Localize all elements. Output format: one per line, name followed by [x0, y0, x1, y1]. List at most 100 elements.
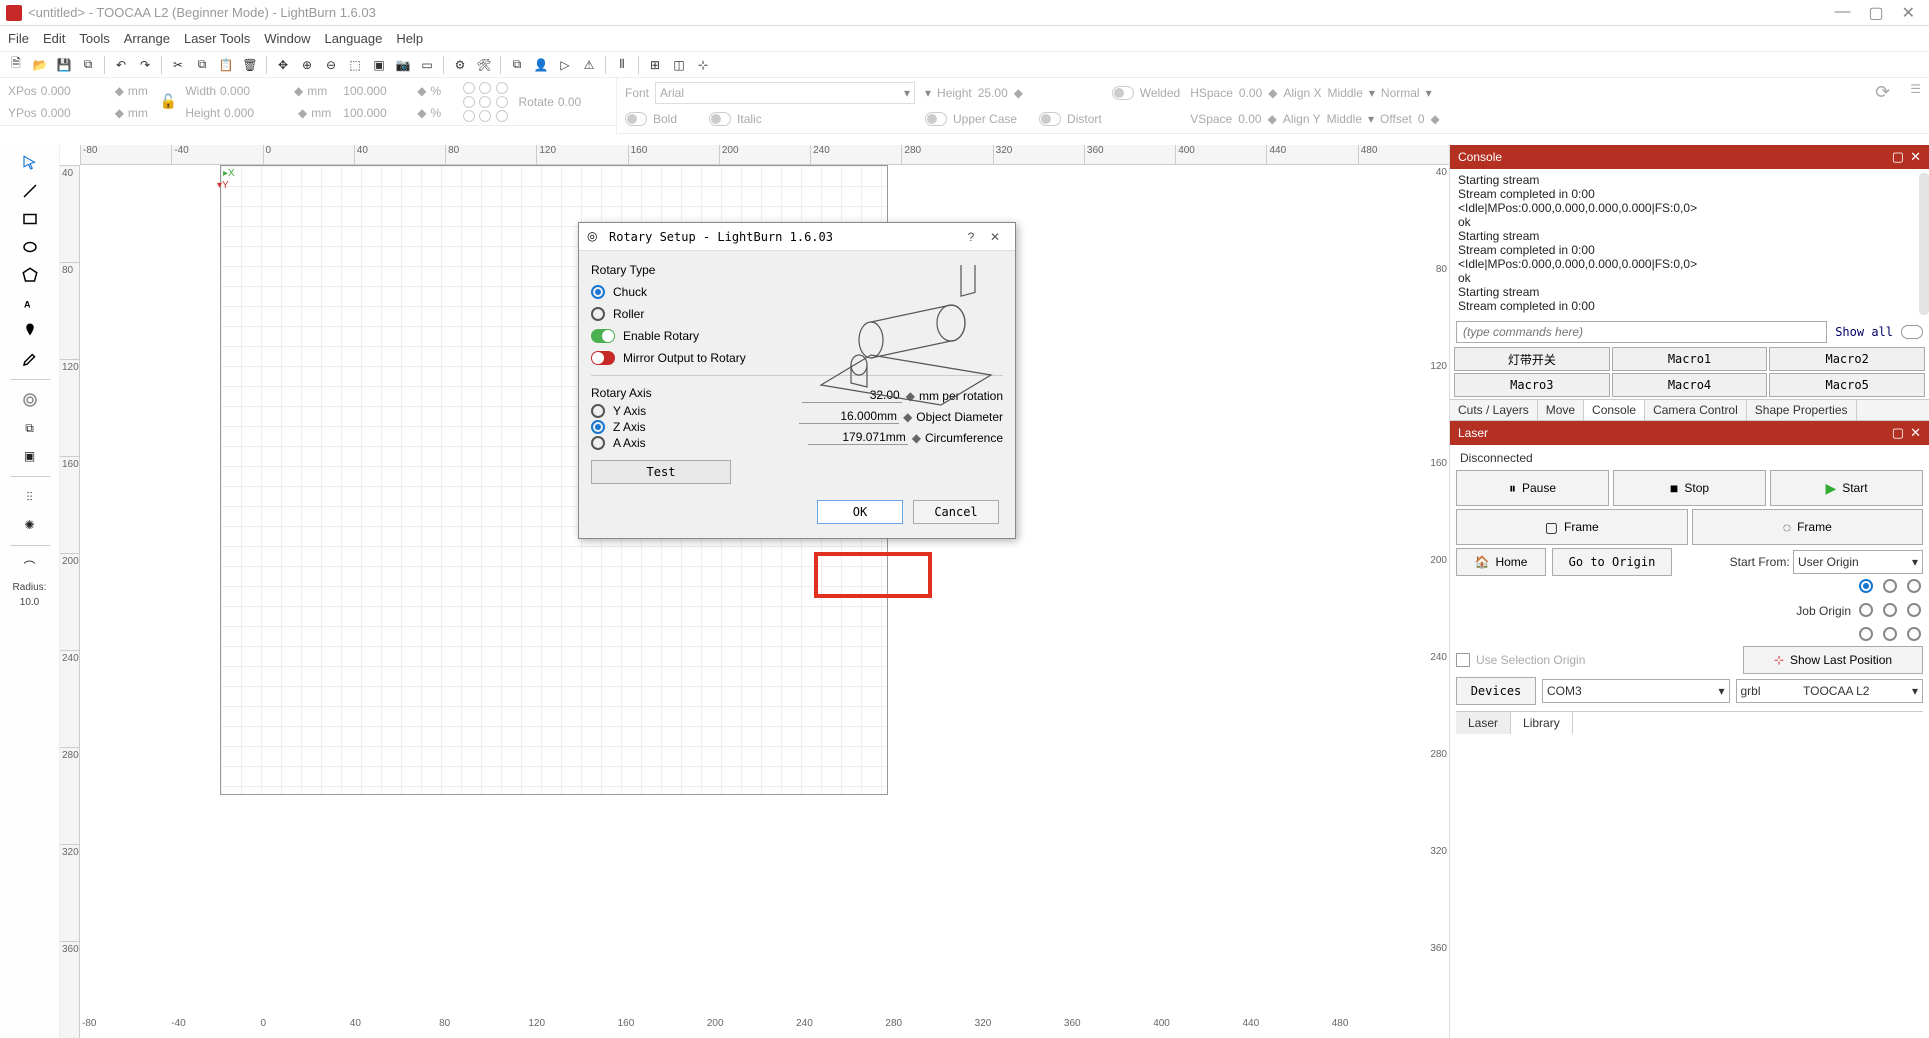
play-icon[interactable]: ▷ — [555, 55, 575, 75]
macro-button-1[interactable]: Macro1 — [1612, 347, 1768, 371]
undo-icon[interactable]: ↶ — [111, 55, 131, 75]
show-last-position-button[interactable]: ⊹Show Last Position — [1743, 646, 1923, 674]
macro-button-3[interactable]: Macro3 — [1454, 373, 1610, 397]
offset-value[interactable]: 0 — [1418, 112, 1425, 126]
zoom-in-icon[interactable]: ⊕ — [297, 55, 317, 75]
show-all-toggle[interactable] — [1901, 325, 1923, 339]
weld-tool-icon[interactable]: ⧉ — [18, 416, 42, 440]
devices-button[interactable]: Devices — [1456, 677, 1536, 705]
macro-button-4[interactable]: Macro4 — [1612, 373, 1768, 397]
alignx-value[interactable]: Middle — [1328, 86, 1363, 100]
ok-button[interactable]: OK — [817, 500, 903, 524]
menu-help[interactable]: Help — [396, 31, 423, 46]
spinner-icon[interactable]: ◆ — [115, 106, 124, 120]
radius-value[interactable]: 10.0 — [20, 597, 39, 608]
zoom-sel-icon[interactable]: ▣ — [369, 55, 389, 75]
close-button[interactable]: ✕ — [1902, 3, 1915, 23]
macro-button-0[interactable]: 灯带开关 — [1454, 347, 1610, 371]
menu-tools[interactable]: Tools — [79, 31, 109, 46]
scrollbar[interactable] — [1919, 173, 1929, 315]
pan-icon[interactable]: ✥ — [273, 55, 293, 75]
roller-radio[interactable] — [591, 307, 605, 321]
height-value[interactable]: 25.00 — [978, 86, 1008, 100]
uppercase-toggle[interactable] — [925, 112, 947, 126]
pin-tool-icon[interactable] — [18, 319, 42, 343]
frame2-button[interactable]: ◌Frame — [1692, 509, 1924, 545]
xpos-value[interactable]: 0.000 — [41, 84, 111, 98]
vspace-value[interactable]: 0.00 — [1238, 112, 1261, 126]
mirror-output-toggle[interactable] — [591, 351, 615, 365]
spinner-icon[interactable]: ◆ — [298, 106, 307, 120]
polygon-tool-icon[interactable] — [18, 263, 42, 287]
test-button[interactable]: Test — [591, 460, 731, 484]
normal-value[interactable]: Normal — [1381, 86, 1420, 100]
spinner-icon[interactable]: ◆ — [417, 84, 426, 98]
new-icon[interactable]: 🗎 — [6, 55, 26, 75]
use-selection-origin-checkbox[interactable] — [1456, 653, 1470, 667]
lock-icon[interactable]: 🔓 — [160, 93, 177, 110]
enable-rotary-toggle[interactable] — [591, 329, 615, 343]
settings-icon[interactable]: ⚙ — [450, 55, 470, 75]
menu-edit[interactable]: Edit — [43, 31, 65, 46]
width-value[interactable]: 0.000 — [220, 84, 290, 98]
spinner-icon[interactable]: ◆ — [294, 84, 303, 98]
font-select[interactable]: Arial▾ — [655, 82, 915, 104]
tab-camera-control[interactable]: Camera Control — [1645, 400, 1747, 420]
goto-origin-button[interactable]: Go to Origin — [1552, 548, 1672, 576]
rect-tool-icon[interactable] — [18, 207, 42, 231]
tab-laser[interactable]: Laser — [1456, 712, 1511, 734]
macro-button-5[interactable]: Macro5 — [1769, 373, 1925, 397]
tab-move[interactable]: Move — [1538, 400, 1584, 420]
height-value[interactable]: 0.000 — [224, 106, 294, 120]
array-tool-icon[interactable]: ⫶⫶ — [18, 485, 42, 509]
tab-console[interactable]: Console — [1584, 400, 1645, 420]
home-button[interactable]: 🏠Home — [1456, 548, 1546, 576]
minimize-button[interactable]: — — [1834, 3, 1850, 23]
warn-icon[interactable]: ⚠ — [579, 55, 599, 75]
italic-toggle[interactable] — [709, 112, 731, 126]
menu-laser-tools[interactable]: Laser Tools — [184, 31, 250, 46]
bold-toggle[interactable] — [625, 112, 647, 126]
pause-button[interactable]: ⏸Pause — [1456, 470, 1609, 506]
menu-window[interactable]: Window — [264, 31, 310, 46]
person-icon[interactable]: 👤 — [531, 55, 551, 75]
cancel-button[interactable]: Cancel — [913, 500, 999, 524]
menu-arrange[interactable]: Arrange — [124, 31, 170, 46]
tab-shape-properties[interactable]: Shape Properties — [1747, 400, 1857, 420]
chuck-radio[interactable] — [591, 285, 605, 299]
variable-text-icon[interactable]: ☰ — [1910, 82, 1921, 96]
save-icon[interactable]: 💾 — [54, 55, 74, 75]
yaxis-radio[interactable] — [591, 404, 605, 418]
zaxis-radio[interactable] — [591, 420, 605, 434]
close-icon[interactable]: ✕ — [1910, 149, 1921, 165]
anchor-grid[interactable] — [463, 82, 511, 122]
detach-icon[interactable]: ▢ — [1892, 425, 1904, 441]
boolean-tool-icon[interactable]: ▣ — [18, 444, 42, 468]
spinner-icon[interactable]: ◆ — [1431, 112, 1440, 126]
device-select[interactable]: grbl TOOCAA L2▾ — [1736, 679, 1924, 703]
spinner-icon[interactable]: ◆ — [1268, 86, 1277, 100]
open-icon[interactable]: 📂 — [30, 55, 50, 75]
hspace-value[interactable]: 0.00 — [1239, 86, 1262, 100]
spinner-icon[interactable]: ◆ — [417, 106, 426, 120]
maximize-button[interactable]: ▢ — [1868, 3, 1883, 23]
tab-cuts-layers[interactable]: Cuts / Layers — [1450, 400, 1538, 420]
delete-icon[interactable]: 🗑 — [240, 55, 260, 75]
welded-toggle[interactable] — [1112, 86, 1134, 100]
detach-icon[interactable]: ▢ — [1892, 149, 1904, 165]
cut-icon[interactable]: ✂ — [168, 55, 188, 75]
select-tool-icon[interactable] — [18, 151, 42, 175]
zoom-frame-icon[interactable]: ⬚ — [345, 55, 365, 75]
refresh-icon[interactable]: ⟳ — [1875, 82, 1890, 103]
spinner-icon[interactable]: ◆ — [1014, 86, 1023, 100]
text-tool-icon[interactable]: A — [18, 291, 42, 315]
startfrom-select[interactable]: User Origin▾ — [1793, 550, 1923, 574]
radius-tool-icon[interactable]: ⌒ — [18, 554, 42, 578]
stop-button[interactable]: ■Stop — [1613, 470, 1766, 506]
close-button[interactable]: ✕ — [983, 230, 1007, 244]
menu-file[interactable]: File — [8, 31, 29, 46]
copy-icon[interactable]: ⧉ — [192, 55, 212, 75]
port-select[interactable]: COM3▾ — [1542, 679, 1730, 703]
pct1-value[interactable]: 100.000 — [343, 84, 413, 98]
align-icon[interactable]: ⫴ — [612, 55, 632, 75]
